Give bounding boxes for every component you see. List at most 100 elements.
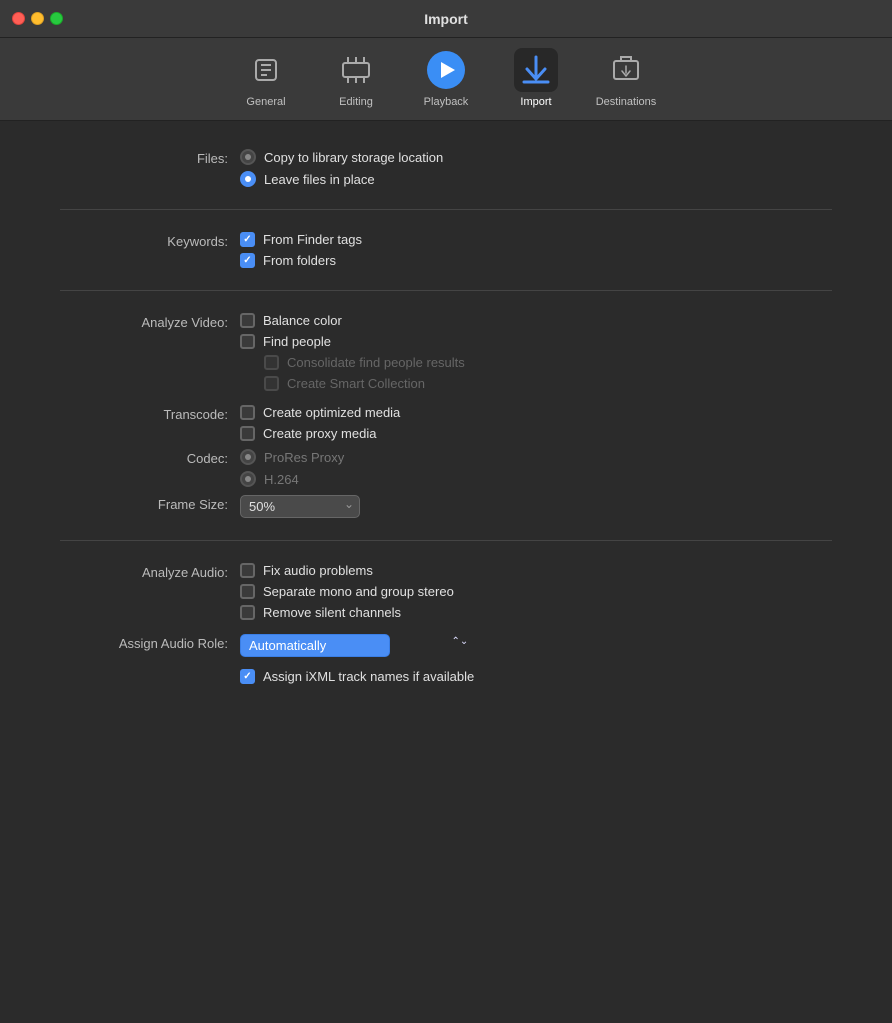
editing-icon <box>334 48 378 92</box>
destinations-icon <box>604 48 648 92</box>
tab-destinations-label: Destinations <box>596 96 657 108</box>
separate-mono-checkbox[interactable] <box>240 584 255 599</box>
codec-controls: ProRes Proxy H.264 <box>240 449 344 487</box>
transcode-label: Transcode: <box>60 405 240 422</box>
analyze-video-row: Analyze Video: Balance color Find people… <box>60 313 832 391</box>
traffic-lights <box>12 12 63 25</box>
tab-playback-label: Playback <box>424 96 469 108</box>
proxy-media-checkbox[interactable] <box>240 426 255 441</box>
keywords-finder-label: From Finder tags <box>263 232 362 247</box>
tab-playback[interactable]: Playback <box>401 44 491 112</box>
find-people-row: Find people <box>240 334 465 349</box>
assign-ixml-checkbox[interactable] <box>240 669 255 684</box>
optimized-media-row: Create optimized media <box>240 405 400 420</box>
files-leave-radio[interactable] <box>240 171 256 187</box>
keywords-finder-row: From Finder tags <box>240 232 362 247</box>
proxy-media-row: Create proxy media <box>240 426 400 441</box>
keywords-section: Keywords: From Finder tags From folders <box>60 232 832 268</box>
assign-audio-role-row: Assign Audio Role: Automatically Dialog … <box>60 634 832 684</box>
balance-color-checkbox[interactable] <box>240 313 255 328</box>
audio-role-select-wrap: Automatically Dialog Music Effects <box>240 634 474 657</box>
files-section: Files: Copy to library storage location … <box>60 149 832 187</box>
keywords-label: Keywords: <box>60 232 240 249</box>
divider-3 <box>60 540 832 541</box>
keywords-finder-checkbox[interactable] <box>240 232 255 247</box>
analyze-audio-section: Analyze Audio: Fix audio problems Separa… <box>60 563 832 620</box>
main-content: Files: Copy to library storage location … <box>0 121 892 1023</box>
divider-2 <box>60 290 832 291</box>
remove-silent-row: Remove silent channels <box>240 605 454 620</box>
tab-general[interactable]: General <box>221 44 311 112</box>
fix-audio-row: Fix audio problems <box>240 563 454 578</box>
find-people-checkbox[interactable] <box>240 334 255 349</box>
smart-collection-checkbox[interactable] <box>264 376 279 391</box>
assign-audio-role-controls: Automatically Dialog Music Effects Assig… <box>240 634 474 684</box>
transcode-controls: Create optimized media Create proxy medi… <box>240 405 400 441</box>
codec-h264-label: H.264 <box>264 472 299 487</box>
minimize-button[interactable] <box>31 12 44 25</box>
assign-ixml-label: Assign iXML track names if available <box>263 669 474 684</box>
codec-prores-radio[interactable] <box>240 449 256 465</box>
frame-size-row: Frame Size: 50% 25% 100% <box>60 495 832 518</box>
files-copy-row: Copy to library storage location <box>240 149 443 165</box>
transcode-section: Transcode: Create optimized media Create… <box>60 405 832 518</box>
analyze-audio-label: Analyze Audio: <box>60 563 240 580</box>
fix-audio-checkbox[interactable] <box>240 563 255 578</box>
divider-1 <box>60 209 832 210</box>
analyze-audio-controls: Fix audio problems Separate mono and gro… <box>240 563 454 620</box>
files-copy-radio[interactable] <box>240 149 256 165</box>
fix-audio-label: Fix audio problems <box>263 563 373 578</box>
optimized-media-label: Create optimized media <box>263 405 400 420</box>
tab-import-label: Import <box>520 96 551 108</box>
import-icon <box>514 48 558 92</box>
separate-mono-label: Separate mono and group stereo <box>263 584 454 599</box>
keywords-row: Keywords: From Finder tags From folders <box>60 232 832 268</box>
analyze-video-label: Analyze Video: <box>60 313 240 330</box>
files-row: Files: Copy to library storage location … <box>60 149 832 187</box>
keywords-folders-checkbox[interactable] <box>240 253 255 268</box>
balance-color-row: Balance color <box>240 313 465 328</box>
analyze-audio-row: Analyze Audio: Fix audio problems Separa… <box>60 563 832 620</box>
codec-h264-row: H.264 <box>240 471 344 487</box>
assign-audio-role-section: Assign Audio Role: Automatically Dialog … <box>60 634 832 684</box>
consolidate-label: Consolidate find people results <box>287 355 465 370</box>
smart-collection-label: Create Smart Collection <box>287 376 425 391</box>
tab-general-label: General <box>246 96 285 108</box>
codec-prores-row: ProRes Proxy <box>240 449 344 465</box>
find-people-label: Find people <box>263 334 331 349</box>
zoom-button[interactable] <box>50 12 63 25</box>
title-bar: Import <box>0 0 892 38</box>
close-button[interactable] <box>12 12 25 25</box>
tab-import[interactable]: Import <box>491 44 581 112</box>
files-controls: Copy to library storage location Leave f… <box>240 149 443 187</box>
assign-ixml-row: Assign iXML track names if available <box>240 669 474 684</box>
codec-prores-label: ProRes Proxy <box>264 450 344 465</box>
optimized-media-checkbox[interactable] <box>240 405 255 420</box>
codec-label: Codec: <box>60 449 240 466</box>
keywords-folders-row: From folders <box>240 253 362 268</box>
files-copy-label: Copy to library storage location <box>264 150 443 165</box>
toolbar: General Editing Playback <box>0 38 892 121</box>
tab-editing-label: Editing <box>339 96 373 108</box>
smart-collection-row: Create Smart Collection <box>240 376 465 391</box>
files-leave-row: Leave files in place <box>240 171 443 187</box>
codec-row: Codec: ProRes Proxy H.264 <box>60 449 832 487</box>
keywords-folders-label: From folders <box>263 253 336 268</box>
frame-size-select-wrap: 50% 25% 100% <box>240 495 360 518</box>
playback-icon <box>424 48 468 92</box>
codec-h264-radio[interactable] <box>240 471 256 487</box>
tab-editing[interactable]: Editing <box>311 44 401 112</box>
general-icon <box>244 48 288 92</box>
assign-audio-role-label: Assign Audio Role: <box>60 634 240 651</box>
remove-silent-checkbox[interactable] <box>240 605 255 620</box>
remove-silent-label: Remove silent channels <box>263 605 401 620</box>
consolidate-row: Consolidate find people results <box>240 355 465 370</box>
transcode-row: Transcode: Create optimized media Create… <box>60 405 832 441</box>
frame-size-select[interactable]: 50% 25% 100% <box>240 495 360 518</box>
audio-role-select[interactable]: Automatically Dialog Music Effects <box>240 634 390 657</box>
frame-size-controls: 50% 25% 100% <box>240 495 360 518</box>
consolidate-checkbox[interactable] <box>264 355 279 370</box>
keywords-controls: From Finder tags From folders <box>240 232 362 268</box>
tab-destinations[interactable]: Destinations <box>581 44 671 112</box>
files-leave-label: Leave files in place <box>264 172 375 187</box>
